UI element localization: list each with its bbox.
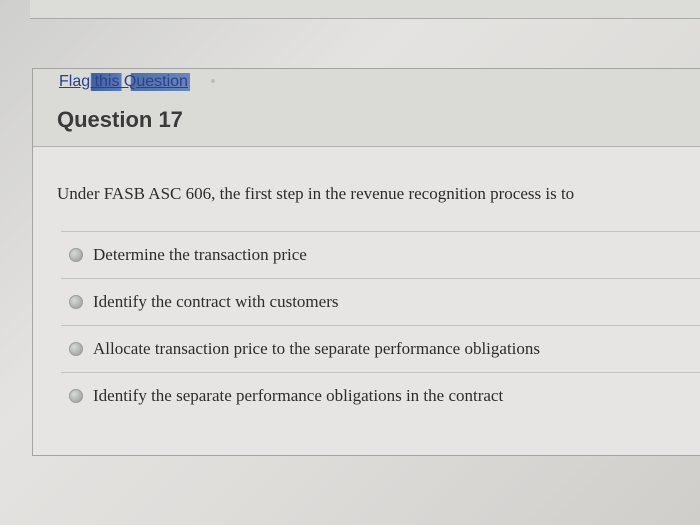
answer-option[interactable]: Allocate transaction price to the separa… — [61, 325, 700, 372]
radio-button-icon[interactable] — [69, 248, 83, 262]
answer-option-label: Determine the transaction price — [93, 245, 307, 264]
question-header: Flag this Question Question 17 — [33, 69, 700, 147]
radio-button-icon[interactable] — [69, 295, 83, 309]
question-title: Question 17 — [57, 107, 183, 132]
question-card: Flag this Question Question 17 Under FAS… — [32, 68, 700, 456]
radio-button-icon[interactable] — [69, 389, 83, 403]
question-prompt: Under FASB ASC 606, the first step in th… — [57, 184, 575, 203]
radio-button-icon[interactable] — [69, 342, 83, 356]
answer-option-label: Identify the contract with customers — [93, 292, 339, 311]
answer-option[interactable]: Identify the contract with customers — [61, 278, 700, 325]
flag-icon — [211, 79, 215, 83]
previous-question-strip — [30, 0, 700, 19]
flag-question-link[interactable]: Flag this Question — [57, 73, 190, 91]
answer-option-label: Identify the separate performance obliga… — [93, 386, 504, 405]
answer-option[interactable]: Determine the transaction price — [61, 231, 700, 278]
answer-option-label: Allocate transaction price to the separa… — [93, 339, 541, 358]
answer-option[interactable]: Identify the separate performance obliga… — [61, 372, 700, 419]
